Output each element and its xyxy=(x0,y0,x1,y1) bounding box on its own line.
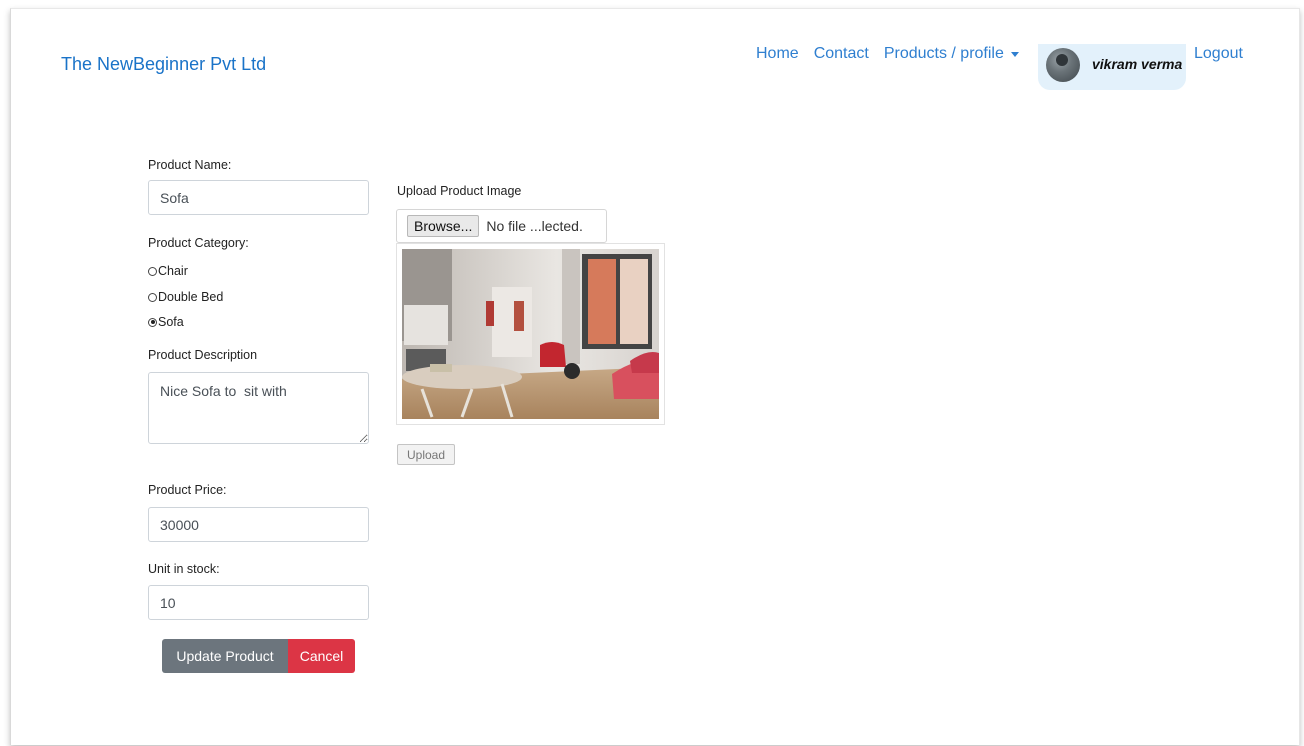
category-option-double-bed[interactable]: Double Bed xyxy=(148,290,223,304)
product-name-label: Product Name: xyxy=(148,158,232,172)
category-option-label: Chair xyxy=(158,264,188,278)
category-option-label: Sofa xyxy=(158,315,184,329)
nav-home[interactable]: Home xyxy=(756,44,799,64)
file-input[interactable]: Browse... No file ...lected. xyxy=(396,209,607,243)
nav-products-profile-label: Products / profile xyxy=(883,45,1004,62)
unit-in-stock-input[interactable] xyxy=(148,585,369,620)
product-image-preview xyxy=(396,243,665,425)
product-description-textarea[interactable]: Nice Sofa to sit with xyxy=(148,372,369,444)
product-category-label: Product Category: xyxy=(148,236,249,250)
top-nav: Home Contact Products / profile xyxy=(756,44,1029,64)
caret-down-icon xyxy=(1010,51,1019,57)
room-photo xyxy=(402,249,659,419)
radio-button[interactable] xyxy=(148,266,157,276)
brand-link[interactable]: The NewBeginner Pvt Ltd xyxy=(61,54,266,75)
product-name-input[interactable] xyxy=(148,180,369,215)
nav-products-profile-dropdown[interactable]: Products / profile xyxy=(884,44,1019,64)
category-option-label: Double Bed xyxy=(158,290,224,304)
category-option-sofa[interactable]: Sofa xyxy=(148,315,184,329)
upload-button[interactable]: Upload xyxy=(397,444,455,465)
logout-link[interactable]: Logout xyxy=(1194,45,1243,63)
product-description-label: Product Description xyxy=(148,348,258,362)
user-profile-chip[interactable]: vikram verma xyxy=(1038,44,1186,90)
category-option-chair[interactable]: Chair xyxy=(148,264,188,278)
avatar xyxy=(1046,48,1080,82)
browse-button[interactable]: Browse... xyxy=(407,215,480,237)
product-price-input[interactable] xyxy=(148,507,369,542)
upload-image-label: Upload Product Image xyxy=(397,184,522,198)
cancel-button[interactable]: Cancel xyxy=(288,639,355,673)
product-price-label: Product Price: xyxy=(148,483,227,497)
radio-button[interactable] xyxy=(148,292,157,302)
file-status: No file ...lected. xyxy=(486,218,583,234)
unit-in-stock-label: Unit in stock: xyxy=(148,562,220,576)
update-product-button[interactable]: Update Product xyxy=(162,639,288,673)
user-name: vikram verma xyxy=(1092,56,1183,72)
radio-button-selected[interactable] xyxy=(148,317,157,327)
nav-contact[interactable]: Contact xyxy=(814,44,869,64)
